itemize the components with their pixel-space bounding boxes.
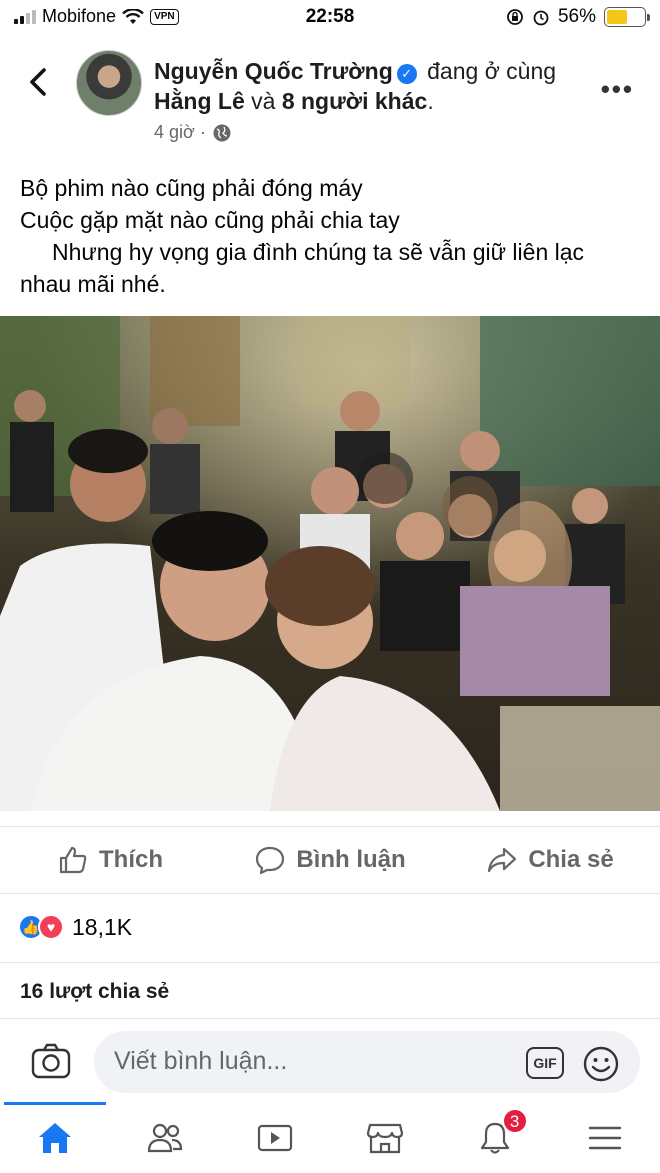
post-time[interactable]: 4 giờ · <box>154 122 206 143</box>
nav-watch[interactable] <box>220 1102 330 1173</box>
home-icon <box>39 1122 71 1153</box>
nav-marketplace[interactable] <box>330 1102 440 1173</box>
post-line: Cuộc gặp mặt nào cũng phải chia tay <box>20 207 400 233</box>
post-author-line: Nguyễn Quốc Trường ✓ đang ở cùng Hằng Lê … <box>154 56 574 116</box>
avatar[interactable] <box>76 50 142 116</box>
share-button[interactable]: Chia sẻ <box>440 844 660 876</box>
post-line: Bộ phim nào cũng phải đóng máy <box>20 175 363 201</box>
battery-icon <box>604 7 650 27</box>
reactions-summary[interactable]: 👍 ♥ 18,1K <box>18 904 132 950</box>
menu-icon <box>588 1126 622 1149</box>
group-selfie-image <box>0 316 660 811</box>
tag-with: cùng <box>506 58 557 84</box>
share-label: Chia sẻ <box>528 846 614 873</box>
battery-percent: 56% <box>557 6 596 27</box>
alarm-icon <box>533 10 549 26</box>
nav-notifications[interactable]: 3 <box>440 1102 550 1173</box>
more-options-icon[interactable]: ••• <box>601 74 634 105</box>
notification-badge: 3 <box>501 1108 528 1134</box>
like-button[interactable]: Thích <box>0 844 220 876</box>
comment-icon <box>256 846 285 875</box>
comment-label: Bình luận <box>296 846 406 873</box>
rotation-lock-icon <box>507 9 523 25</box>
watch-icon <box>257 1124 293 1151</box>
post-photo[interactable] <box>0 316 660 811</box>
post-meta: 4 giờ · <box>154 122 232 143</box>
reaction-count: 18,1K <box>72 913 133 940</box>
author-name[interactable]: Nguyễn Quốc Trường <box>154 58 393 84</box>
love-reaction-icon: ♥ <box>38 914 64 940</box>
tag-and: và <box>251 88 276 114</box>
nav-home[interactable] <box>0 1102 110 1173</box>
marketplace-icon <box>366 1123 404 1153</box>
tagged-others-link[interactable]: 8 người khác <box>282 88 428 114</box>
share-count[interactable]: 16 lượt chia sẻ <box>20 980 169 1004</box>
post-line: Nhưng hy vọng gia đình chúng ta sẽ vẫn g… <box>20 239 585 297</box>
friends-icon <box>147 1123 183 1152</box>
nav-friends[interactable] <box>110 1102 220 1173</box>
tag-end: . <box>427 88 434 114</box>
post-header: Nguyễn Quốc Trường ✓ đang ở cùng Hằng Lê … <box>0 44 660 154</box>
emoji-icon[interactable] <box>582 1045 620 1083</box>
comment-bar: Viết bình luận... GIF <box>0 1018 660 1102</box>
share-icon <box>488 847 517 873</box>
post-actions: Thích Bình luận Chia sẻ <box>0 826 660 894</box>
divider <box>0 962 660 963</box>
globe-icon <box>213 124 231 141</box>
bottom-nav: 3 <box>0 1102 660 1173</box>
verified-icon: ✓ <box>396 64 417 84</box>
gif-icon[interactable]: GIF <box>526 1047 564 1079</box>
back-button[interactable] <box>22 62 56 102</box>
status-bar: Mobifone VPN 22:58 56% <box>0 0 660 34</box>
like-label: Thích <box>99 846 163 873</box>
tagged-person-link[interactable]: Hằng Lê <box>154 88 245 114</box>
nav-menu[interactable] <box>550 1102 660 1173</box>
post-text: Bộ phim nào cũng phải đóng máy Cuộc gặp … <box>20 172 640 300</box>
camera-icon[interactable] <box>30 1041 72 1081</box>
comment-button[interactable]: Bình luận <box>220 844 440 876</box>
thumbs-up-icon <box>59 846 87 874</box>
tag-prefix: đang ở <box>427 58 500 84</box>
